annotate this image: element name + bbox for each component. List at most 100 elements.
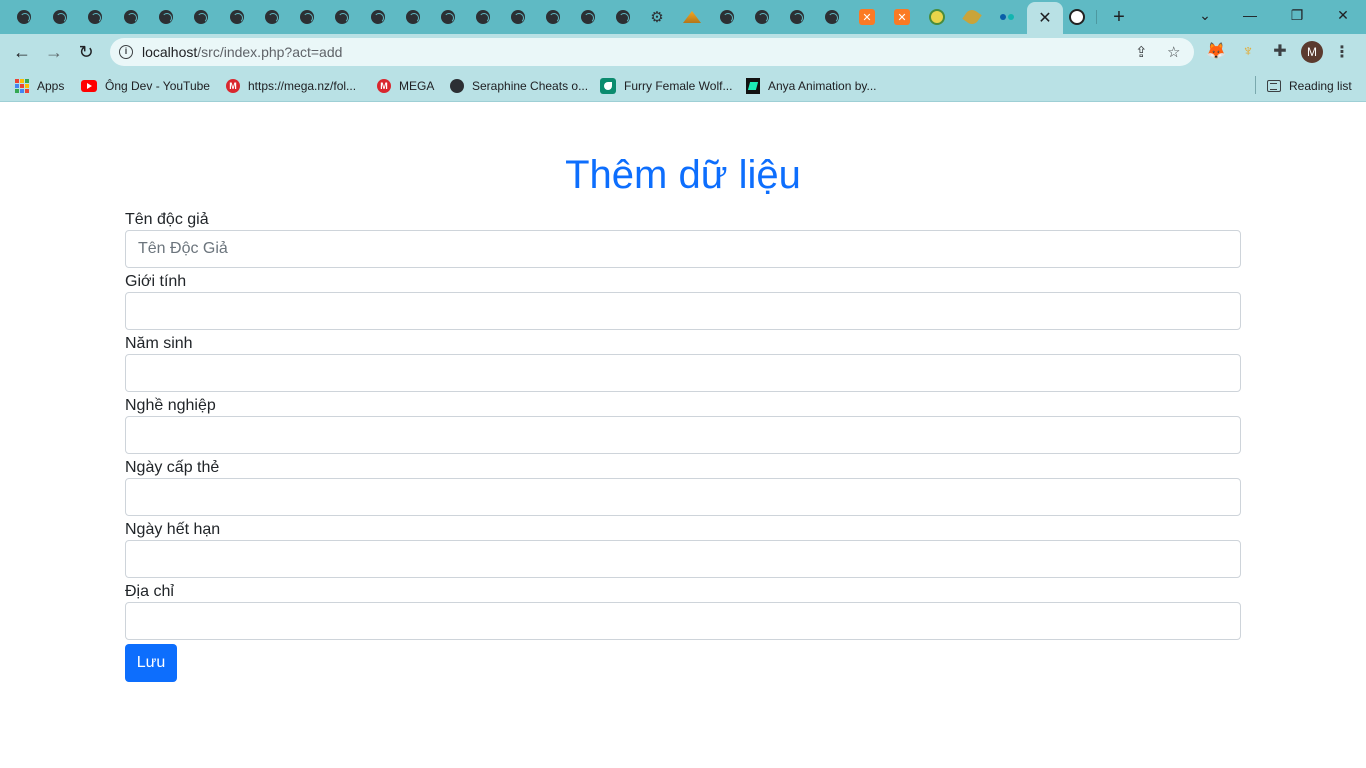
bookmark-label: Apps <box>37 79 65 93</box>
tab[interactable] <box>78 4 112 30</box>
window-close-button[interactable]: ✕ <box>1328 4 1358 26</box>
tab[interactable]: ⚙ <box>640 4 674 30</box>
extensions-puzzle-icon[interactable]: ✚ <box>1270 42 1290 62</box>
tab[interactable] <box>149 4 183 30</box>
wolf-icon <box>600 78 616 94</box>
reading-list-icon <box>1267 80 1281 92</box>
tab[interactable] <box>780 4 814 30</box>
tab[interactable] <box>501 4 535 30</box>
chevron-down-icon: ⌄ <box>1199 7 1211 23</box>
bookmark-furry-wolf[interactable]: Furry Female Wolf... <box>600 76 732 96</box>
tab[interactable] <box>815 4 849 30</box>
tab[interactable] <box>114 4 148 30</box>
tab[interactable] <box>290 4 324 30</box>
globe-icon <box>53 10 67 24</box>
tab[interactable] <box>431 4 465 30</box>
tab[interactable] <box>184 4 218 30</box>
bookmark-seraphine[interactable]: Seraphine Cheats o... <box>450 76 588 96</box>
occupation-label: Nghề nghiệp <box>125 397 216 414</box>
info-icon[interactable]: i <box>119 45 133 59</box>
profile-avatar[interactable]: M <box>1301 41 1323 63</box>
url-path: /src/index.php?act=add <box>197 44 343 60</box>
metamask-extension-icon[interactable]: 🦊 <box>1206 42 1226 62</box>
active-tab-close-button[interactable]: ✕ <box>1027 2 1063 34</box>
address-input[interactable] <box>125 602 1241 640</box>
tab[interactable] <box>536 4 570 30</box>
address-bar[interactable]: i localhost/src/index.php?act=add ⇪ ☆ <box>110 38 1194 66</box>
round-logo-icon <box>929 9 945 25</box>
card-issue-date-label: Ngày cấp thẻ <box>125 459 220 476</box>
tab[interactable] <box>920 4 954 30</box>
url-host: localhost <box>142 44 198 60</box>
restore-button[interactable]: ❐ <box>1282 4 1312 26</box>
globe-icon <box>88 10 102 24</box>
minimize-button[interactable]: — <box>1235 4 1265 26</box>
tab[interactable]: ✕ <box>885 4 919 30</box>
tab[interactable] <box>571 4 605 30</box>
globe-icon <box>159 10 173 24</box>
globe-icon <box>825 10 839 24</box>
menu-kebab-icon[interactable]: ⋮ <box>1334 42 1350 62</box>
xampp-icon: ✕ <box>859 9 875 25</box>
bookmark-label: Furry Female Wolf... <box>624 79 733 93</box>
bookmark-anya[interactable]: Anya Animation by... <box>746 76 877 96</box>
reader-name-input[interactable] <box>125 230 1241 268</box>
card-issue-date-input[interactable] <box>125 478 1241 516</box>
bookmark-label: Seraphine Cheats o... <box>472 79 589 93</box>
tab[interactable] <box>7 4 41 30</box>
reload-button[interactable]: ↻ <box>74 40 98 64</box>
share-icon[interactable]: ⇪ <box>1135 43 1148 61</box>
globe-icon <box>194 10 208 24</box>
tab[interactable] <box>606 4 640 30</box>
tab-search-button[interactable]: ⌄ <box>1190 4 1220 26</box>
bookmark-star-icon[interactable]: ☆ <box>1167 43 1180 61</box>
bookmarks-bar: Apps Ông Dev - YouTube M https://mega.nz… <box>0 70 1366 102</box>
tab[interactable] <box>255 4 289 30</box>
tab[interactable] <box>220 4 254 30</box>
tab[interactable] <box>990 4 1024 30</box>
tab[interactable] <box>955 4 989 30</box>
tab[interactable] <box>466 4 500 30</box>
globe-icon <box>511 10 525 24</box>
page-title: Thêm dữ liệu <box>565 153 801 197</box>
tab[interactable] <box>675 4 709 30</box>
globe-icon <box>17 10 31 24</box>
expiry-date-input[interactable] <box>125 540 1241 578</box>
occupation-input[interactable] <box>125 416 1241 454</box>
tab[interactable] <box>396 4 430 30</box>
bookmark-mega-folder[interactable]: M https://mega.nz/fol... <box>226 76 356 96</box>
globe-icon <box>476 10 490 24</box>
phpmyadmin-icon <box>683 11 701 23</box>
globe-icon <box>720 10 734 24</box>
tab[interactable] <box>325 4 359 30</box>
tab[interactable] <box>710 4 744 30</box>
url-text[interactable]: localhost/src/index.php?act=add <box>142 44 342 60</box>
xampp-icon: ✕ <box>894 9 910 25</box>
forward-button[interactable]: → <box>42 40 66 64</box>
globe-icon <box>616 10 630 24</box>
github-icon <box>1069 9 1085 25</box>
tab[interactable]: ✕ <box>850 4 884 30</box>
reading-list-button[interactable]: Reading list <box>1267 76 1352 96</box>
page-content: Thêm dữ liệu Tên độc giả Giới tính Năm s… <box>0 103 1366 768</box>
bookmark-youtube[interactable]: Ông Dev - YouTube <box>81 76 210 96</box>
tab[interactable] <box>1060 4 1094 30</box>
tab[interactable] <box>43 4 77 30</box>
birth-year-input[interactable] <box>125 354 1241 392</box>
back-button[interactable]: ← <box>10 40 34 64</box>
extension-icon[interactable]: ♆ <box>1238 42 1258 62</box>
globe-icon <box>124 10 138 24</box>
bookmark-label: Ông Dev - YouTube <box>105 79 210 93</box>
reading-list-label: Reading list <box>1289 79 1352 93</box>
feather-icon <box>962 7 982 27</box>
new-tab-button[interactable]: + <box>1108 6 1130 28</box>
tab[interactable] <box>361 4 395 30</box>
bookmark-apps[interactable]: Apps <box>15 76 64 96</box>
globe-icon <box>450 79 464 93</box>
save-button[interactable]: Lưu <box>125 644 177 682</box>
gender-input[interactable] <box>125 292 1241 330</box>
tab[interactable] <box>745 4 779 30</box>
bookmark-mega[interactable]: M MEGA <box>377 76 434 96</box>
reload-icon: ↻ <box>78 42 94 62</box>
globe-icon <box>230 10 244 24</box>
